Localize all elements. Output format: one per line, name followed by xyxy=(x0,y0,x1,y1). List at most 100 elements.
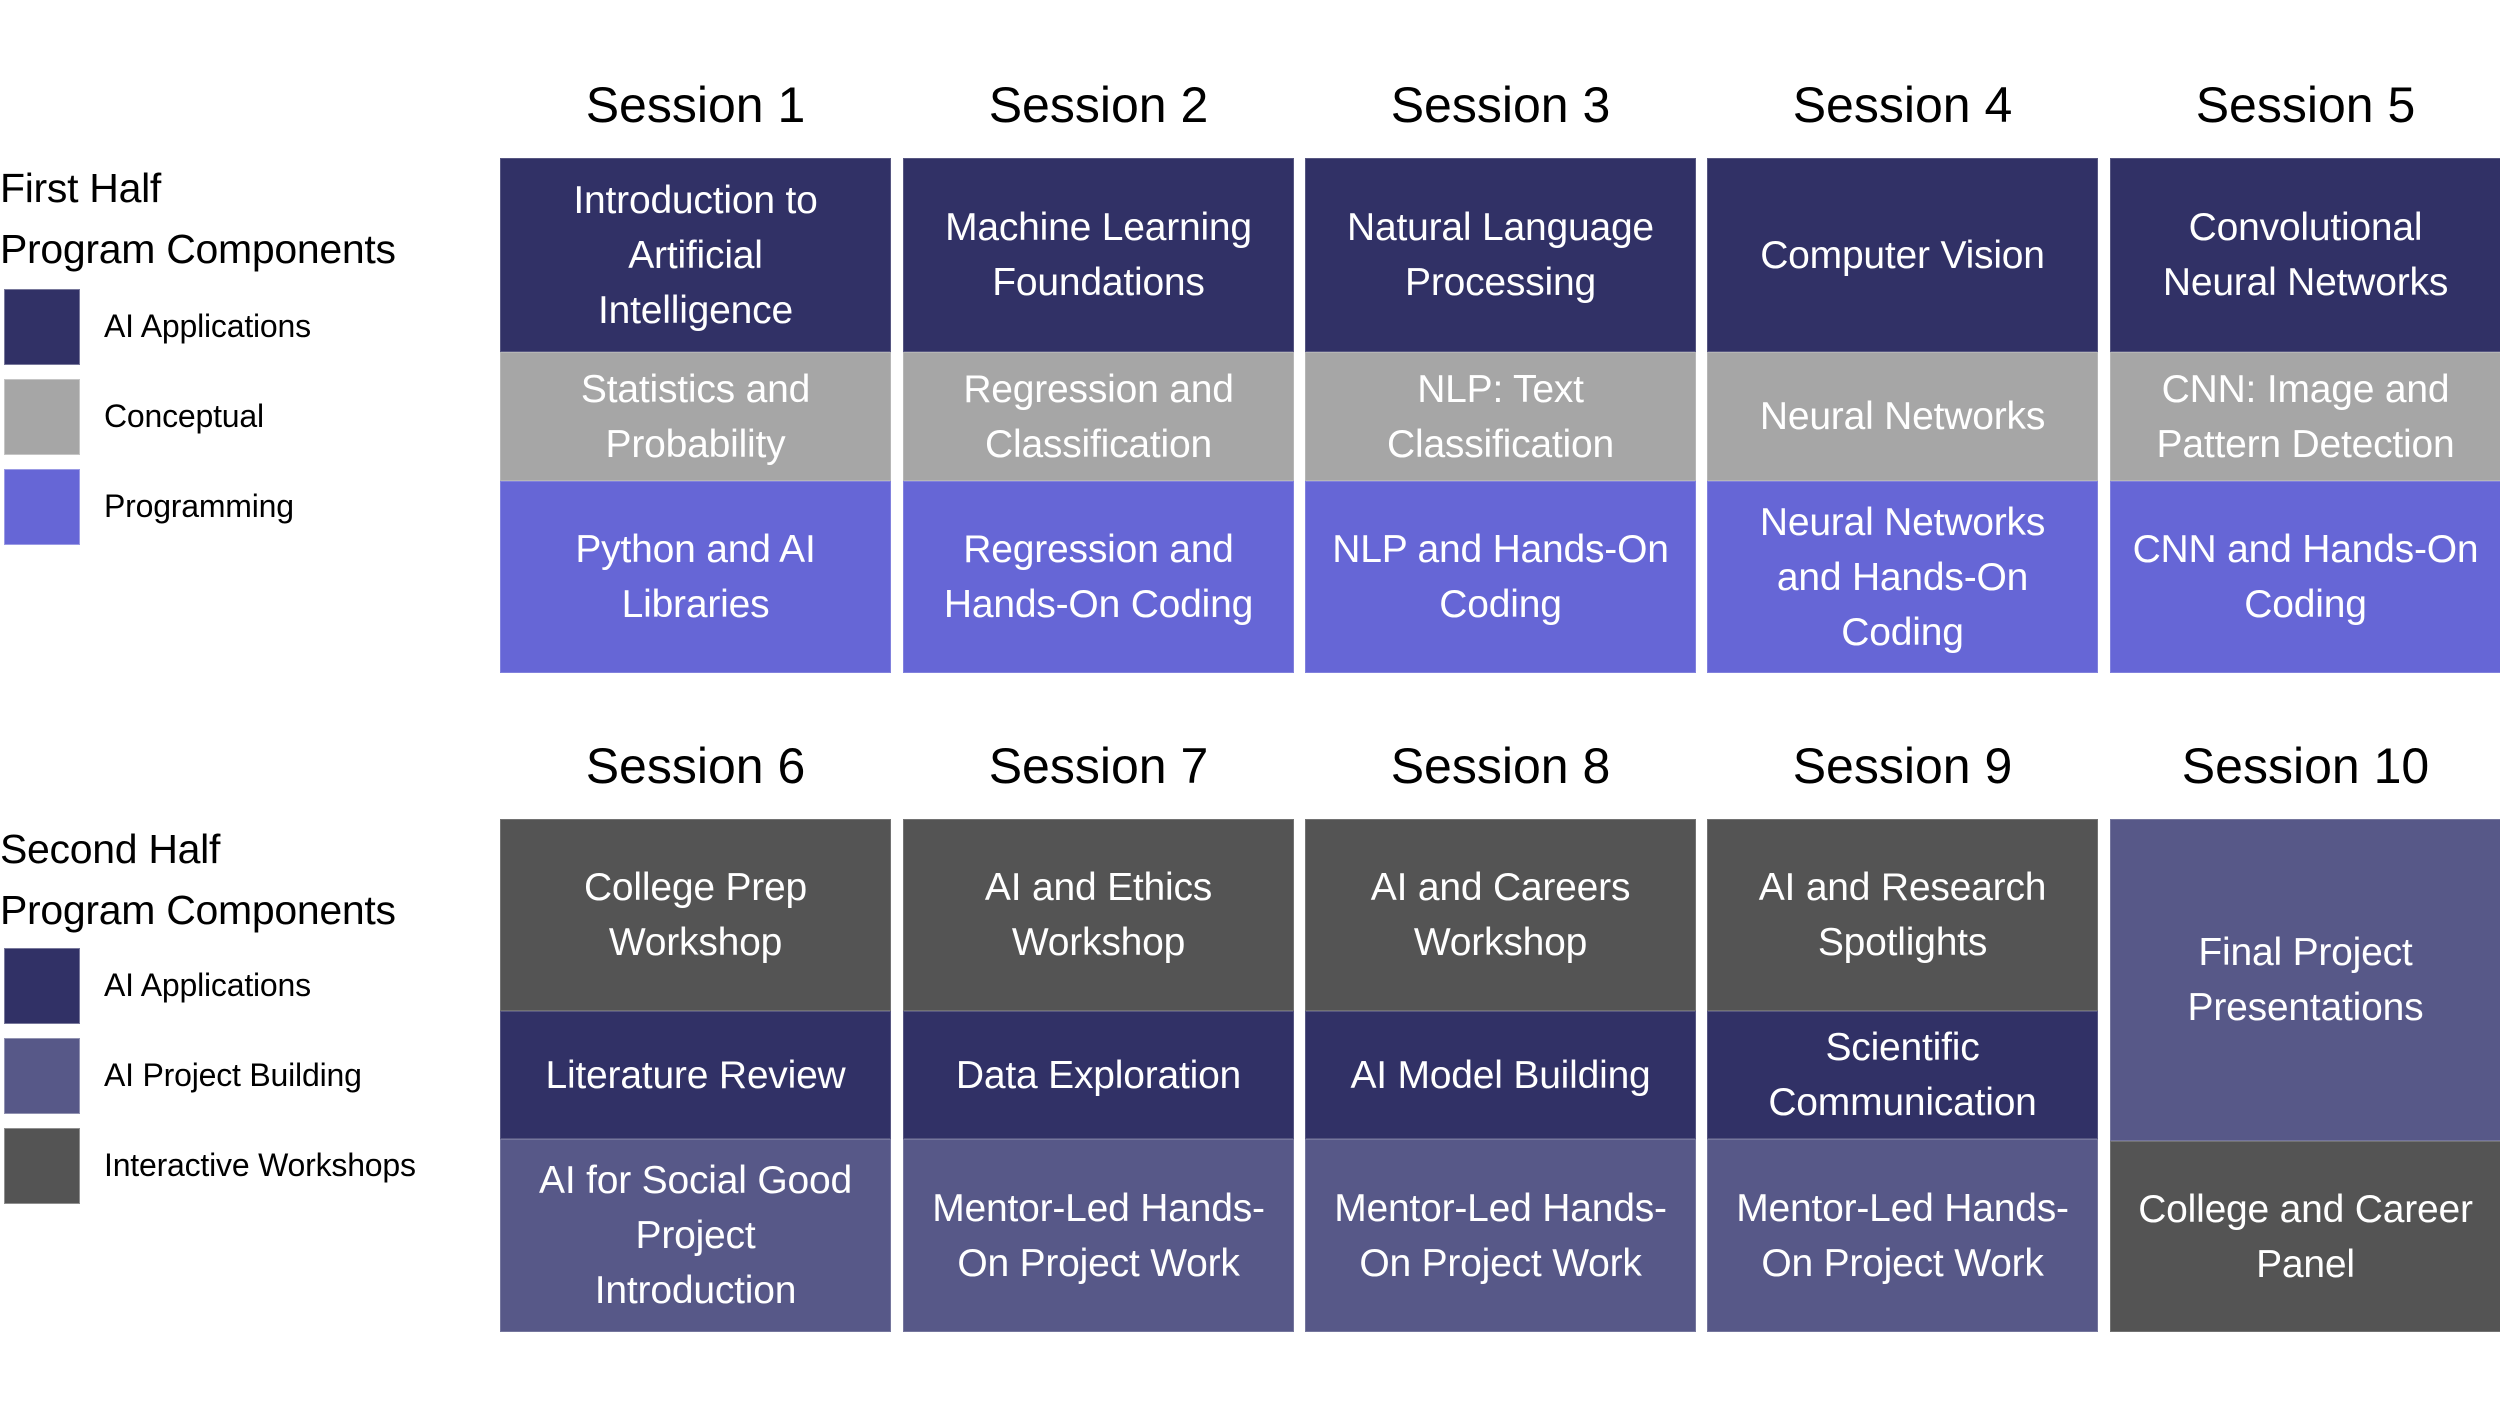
session-2-ai-applications-cell: Machine Learning Foundations xyxy=(903,158,1294,352)
legend-title-line: Program Components xyxy=(0,887,396,933)
session-1-ai-applications-cell: Introduction to Artificial Intelligence xyxy=(500,158,891,352)
legend-swatch-interactive-workshops xyxy=(4,1127,80,1204)
cell-text-line: Neural Networks xyxy=(1759,395,2046,438)
cell-text-line: On Project Work xyxy=(957,1241,1240,1285)
legend-swatch-ai-project-building xyxy=(4,1037,80,1114)
cell-text: Regression and Classification xyxy=(963,362,1234,472)
session-2-conceptual-cell: Regression and Classification xyxy=(903,352,1294,481)
cell-text-line: Workshop xyxy=(608,921,783,964)
session-1-conceptual-cell: Statistics and Probability xyxy=(500,352,891,481)
session-9-ai-applications-cell: Scientific Communication xyxy=(1707,1011,2098,1139)
cell-text-line: Natural Language xyxy=(1347,206,1654,249)
legend-swatch-ai-applications xyxy=(4,288,80,365)
session-3-ai-applications-cell: Natural Language Processing xyxy=(1305,158,1696,352)
session-8-header: Session 8 xyxy=(1390,738,1611,794)
cell-text-line: Hands-On Coding xyxy=(943,583,1254,626)
second-half-section: Second Half Program Components AI Applic… xyxy=(0,661,2500,1361)
cell-text-line: Regression and xyxy=(963,528,1234,571)
cell-text-line: Processing xyxy=(1405,261,1596,304)
cell-text-line: Neural Networks xyxy=(1759,500,2046,544)
cell-text-line: Python and AI xyxy=(575,528,816,571)
legend-label: Conceptual xyxy=(104,398,264,434)
session-8-column: AI and Careers Workshop AI Model Building… xyxy=(1305,819,1696,1334)
cell-text: Natural Language Processing xyxy=(1347,200,1654,310)
cell-text: Regression and Hands-On Coding xyxy=(944,522,1253,632)
cell-text-line: Statistics and xyxy=(580,367,811,411)
session-9-column: AI and Research Spotlights Scientific Comm… xyxy=(1707,819,2098,1334)
cell-text-line: Neural Networks xyxy=(2162,261,2449,304)
cell-text: Literature Review xyxy=(545,1048,845,1103)
cell-text-line: Data Exploration xyxy=(955,1053,1242,1097)
cell-text-line: Introduction to xyxy=(573,178,818,222)
legend-title-line: Second Half xyxy=(0,826,221,872)
cell-text-line: NLP: Text xyxy=(1417,367,1584,411)
cell-text: Final Project Presentations xyxy=(2188,925,2424,1035)
session-3-header: Session 3 xyxy=(1390,77,1611,133)
cell-text-line: Coding xyxy=(1841,610,1964,654)
session-2-column: Machine Learning Foundations Regression a… xyxy=(903,158,1294,673)
first-half-section: First Half Program Components AI Applica… xyxy=(0,0,2500,700)
legend-swatch-programming xyxy=(4,468,80,545)
cell-text: CNN: Image and Pattern Detection xyxy=(2157,362,2455,472)
session-10-column: Final Project Presentations College and C… xyxy=(2110,819,2500,1334)
cell-text: AI and Ethics Workshop xyxy=(985,860,1212,970)
cell-text-line: and Hands-On xyxy=(1776,555,2029,599)
session-7-ai-applications-cell: Data Exploration xyxy=(903,1011,1294,1139)
cell-text-line: Spotlights xyxy=(1817,921,1988,964)
session-8-ai-applications-cell: AI Model Building xyxy=(1305,1011,1696,1139)
session-8-ai-project-building-cell: Mentor-Led Hands- On Project Work xyxy=(1305,1139,1696,1332)
session-10-header: Session 10 xyxy=(2181,738,2430,794)
legend-label: AI Applications xyxy=(104,308,311,344)
cell-text: Mentor-Led Hands- On Project Work xyxy=(1736,1181,2069,1291)
session-8-interactive-workshop-cell: AI and Careers Workshop xyxy=(1305,819,1696,1011)
cell-text-line: AI and Careers xyxy=(1370,866,1631,909)
cell-text-line: CNN: Image and xyxy=(2161,367,2450,411)
cell-text-line: Intelligence xyxy=(598,288,793,332)
session-5-ai-applications-cell: Convolutional Neural Networks xyxy=(2110,158,2500,352)
cell-text-line: Pattern Detection xyxy=(2156,422,2455,466)
cell-text: NLP: Text Classification xyxy=(1387,362,1614,472)
session-1-column: Introduction to Artificial Intelligence St… xyxy=(500,158,891,673)
cell-text-line: Computer Vision xyxy=(1760,233,2045,277)
legend-item-programming: Programming xyxy=(4,468,294,545)
cell-text: Convolutional Neural Networks xyxy=(2163,200,2448,310)
legend-item-ai-applications: AI Applications xyxy=(4,288,311,365)
legend-swatch-ai-applications xyxy=(4,947,80,1024)
session-7-header: Session 7 xyxy=(988,738,1209,794)
cell-text-line: Classification xyxy=(1387,422,1614,466)
cell-text-line: Machine Learning xyxy=(945,206,1252,249)
legend-label: AI Applications xyxy=(104,967,311,1003)
cell-text-line: Mentor-Led Hands- xyxy=(1334,1186,1667,1230)
session-1-header: Session 1 xyxy=(585,77,806,133)
cell-text: Neural Networks and Hands-On Coding xyxy=(1760,495,2045,660)
cell-text-line: Introduction xyxy=(594,1269,797,1312)
cell-text-line: Panel xyxy=(2256,1242,2355,1286)
cell-text: Introduction to Artificial Intelligence xyxy=(573,173,817,338)
cell-text-line: Libraries xyxy=(621,583,770,626)
session-6-ai-applications-cell: Literature Review xyxy=(500,1011,891,1139)
cell-text: Computer Vision xyxy=(1760,228,2045,283)
cell-text-line: Workshop xyxy=(1413,921,1588,964)
session-5-column: Convolutional Neural Networks CNN: Image … xyxy=(2110,158,2500,673)
cell-text: AI and Research Spotlights xyxy=(1759,860,2047,970)
cell-text-line: Presentations xyxy=(2187,986,2424,1029)
cell-text-line: Artificial xyxy=(628,233,763,277)
session-9-ai-project-building-cell: Mentor-Led Hands- On Project Work xyxy=(1707,1139,2098,1332)
cell-text-line: Classification xyxy=(985,422,1212,466)
cell-text: Machine Learning Foundations xyxy=(945,200,1252,310)
cell-text: AI for Social Good Project Introduction xyxy=(539,1153,852,1318)
cell-text-line: Coding xyxy=(1439,583,1562,626)
session-6-header: Session 6 xyxy=(585,738,806,794)
cell-text-line: CNN and Hands-On xyxy=(2132,528,2479,571)
cell-text-line: AI and Ethics xyxy=(984,866,1213,909)
cell-text: AI Model Building xyxy=(1350,1048,1650,1103)
session-10-interactive-workshop-cell: College and Career Panel xyxy=(2110,1141,2500,1332)
cell-text-line: Project xyxy=(635,1214,756,1257)
cell-text-line: College Prep xyxy=(583,866,808,909)
cell-text-line: NLP and Hands-On xyxy=(1332,528,1669,571)
cell-text-line: Final Project xyxy=(2198,931,2413,974)
session-9-header: Session 9 xyxy=(1792,738,2013,794)
legend-title-line: First Half xyxy=(0,165,162,211)
cell-text: AI and Careers Workshop xyxy=(1371,860,1631,970)
cell-text-line: Communication xyxy=(1768,1081,2037,1124)
